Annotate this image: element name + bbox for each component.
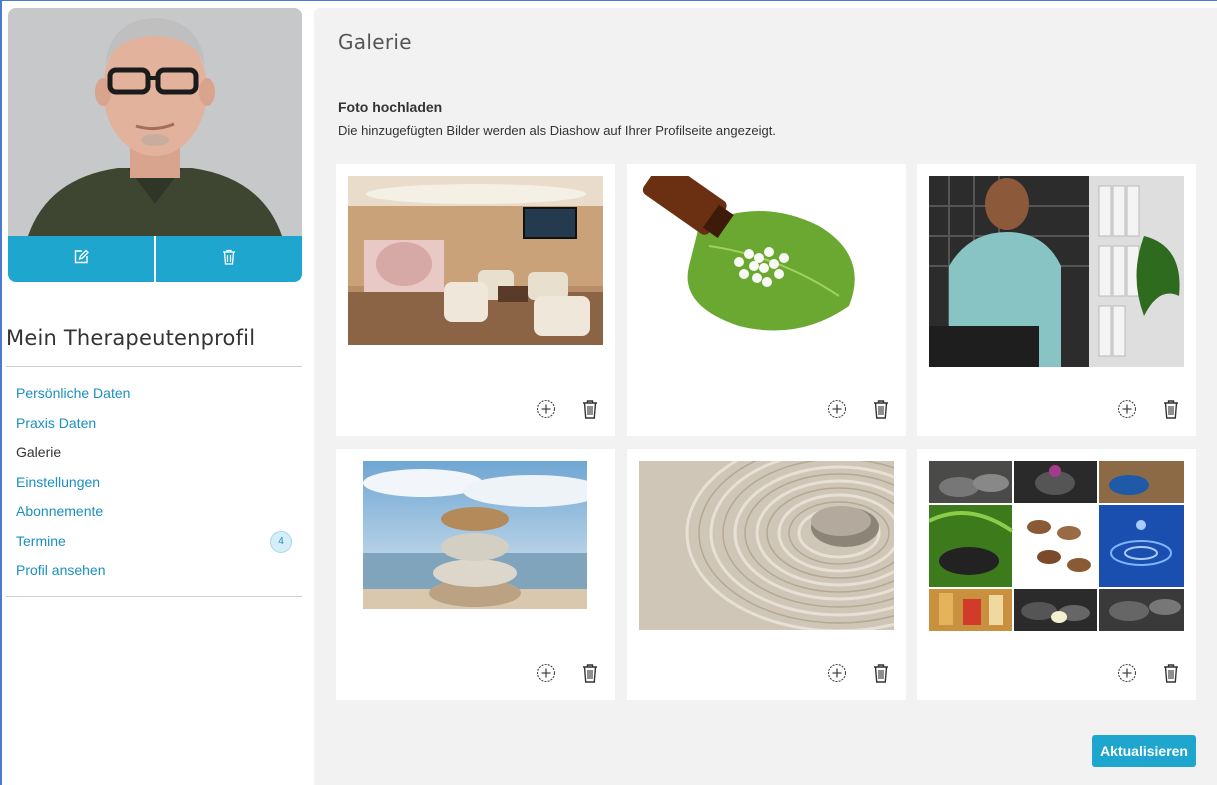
add-image-button[interactable] bbox=[1116, 399, 1138, 424]
trash-icon bbox=[873, 663, 889, 688]
gallery-image-reception bbox=[348, 176, 603, 345]
profile-section-title: Mein Therapeutenprofil bbox=[6, 326, 302, 367]
add-image-button[interactable] bbox=[535, 399, 557, 424]
upload-description: Die hinzugefügten Bilder werden als Dias… bbox=[338, 123, 776, 138]
delete-image-button[interactable] bbox=[1160, 399, 1182, 424]
nav-item-gallery[interactable]: Galerie bbox=[16, 438, 302, 468]
trash-icon bbox=[222, 249, 236, 270]
card-tools bbox=[826, 399, 892, 424]
plus-circle-icon bbox=[536, 399, 556, 424]
gallery-card bbox=[627, 449, 906, 700]
delete-photo-button[interactable] bbox=[154, 236, 302, 282]
add-image-button[interactable] bbox=[1116, 663, 1138, 688]
gallery-card bbox=[336, 164, 615, 436]
plus-circle-icon bbox=[827, 663, 847, 688]
gallery-image-spa-collage bbox=[929, 461, 1184, 631]
card-tools bbox=[826, 663, 892, 688]
delete-image-button[interactable] bbox=[870, 399, 892, 424]
gallery-card bbox=[917, 449, 1196, 700]
card-tools bbox=[1116, 663, 1182, 688]
nav-item-view-profile[interactable]: Profil ansehen bbox=[16, 556, 302, 586]
add-image-button[interactable] bbox=[535, 663, 557, 688]
appointments-count-badge: 4 bbox=[270, 530, 292, 553]
plus-circle-icon bbox=[1117, 663, 1137, 688]
nav-item-personal-data[interactable]: Persönliche Daten bbox=[16, 379, 302, 409]
profile-photo bbox=[8, 8, 302, 236]
plus-circle-icon bbox=[827, 399, 847, 424]
edit-icon bbox=[73, 249, 89, 270]
delete-image-button[interactable] bbox=[870, 663, 892, 688]
delete-image-button[interactable] bbox=[1160, 663, 1182, 688]
gallery-image-homeopathy bbox=[639, 176, 894, 338]
plus-circle-icon bbox=[1117, 399, 1137, 424]
add-image-button[interactable] bbox=[826, 399, 848, 424]
gallery-image-stones bbox=[363, 461, 587, 609]
gallery-panel: Galerie Foto hochladen Die hinzugefügten… bbox=[314, 8, 1217, 785]
page-title: Galerie bbox=[338, 30, 412, 54]
trash-icon bbox=[873, 399, 889, 424]
gallery-card bbox=[627, 164, 906, 436]
upload-heading: Foto hochladen bbox=[338, 99, 443, 115]
add-image-button[interactable] bbox=[826, 663, 848, 688]
trash-icon bbox=[582, 399, 598, 424]
photo-actions bbox=[8, 236, 302, 282]
trash-icon bbox=[1163, 399, 1179, 424]
gallery-image-office bbox=[929, 176, 1184, 367]
sidebar: Mein Therapeutenprofil Persönliche Daten… bbox=[6, 8, 302, 597]
gallery-image-zen bbox=[639, 461, 894, 630]
nav-item-settings[interactable]: Einstellungen bbox=[16, 468, 302, 498]
gallery-card bbox=[917, 164, 1196, 436]
nav-item-appointments-label: Termine bbox=[16, 532, 66, 549]
gallery-card bbox=[336, 449, 615, 700]
plus-circle-icon bbox=[536, 663, 556, 688]
update-button[interactable]: Aktualisieren bbox=[1092, 735, 1196, 767]
nav-item-subscriptions[interactable]: Abonnemente bbox=[16, 497, 302, 527]
nav-item-practice-data[interactable]: Praxis Daten bbox=[16, 409, 302, 439]
nav-item-appointments[interactable]: Termine 4 bbox=[16, 527, 302, 557]
delete-image-button[interactable] bbox=[579, 399, 601, 424]
edit-photo-button[interactable] bbox=[8, 236, 154, 282]
card-tools bbox=[1116, 399, 1182, 424]
card-tools bbox=[535, 663, 601, 688]
card-tools bbox=[535, 399, 601, 424]
delete-image-button[interactable] bbox=[579, 663, 601, 688]
trash-icon bbox=[582, 663, 598, 688]
profile-nav: Persönliche Daten Praxis Daten Galerie E… bbox=[6, 367, 302, 597]
trash-icon bbox=[1163, 663, 1179, 688]
